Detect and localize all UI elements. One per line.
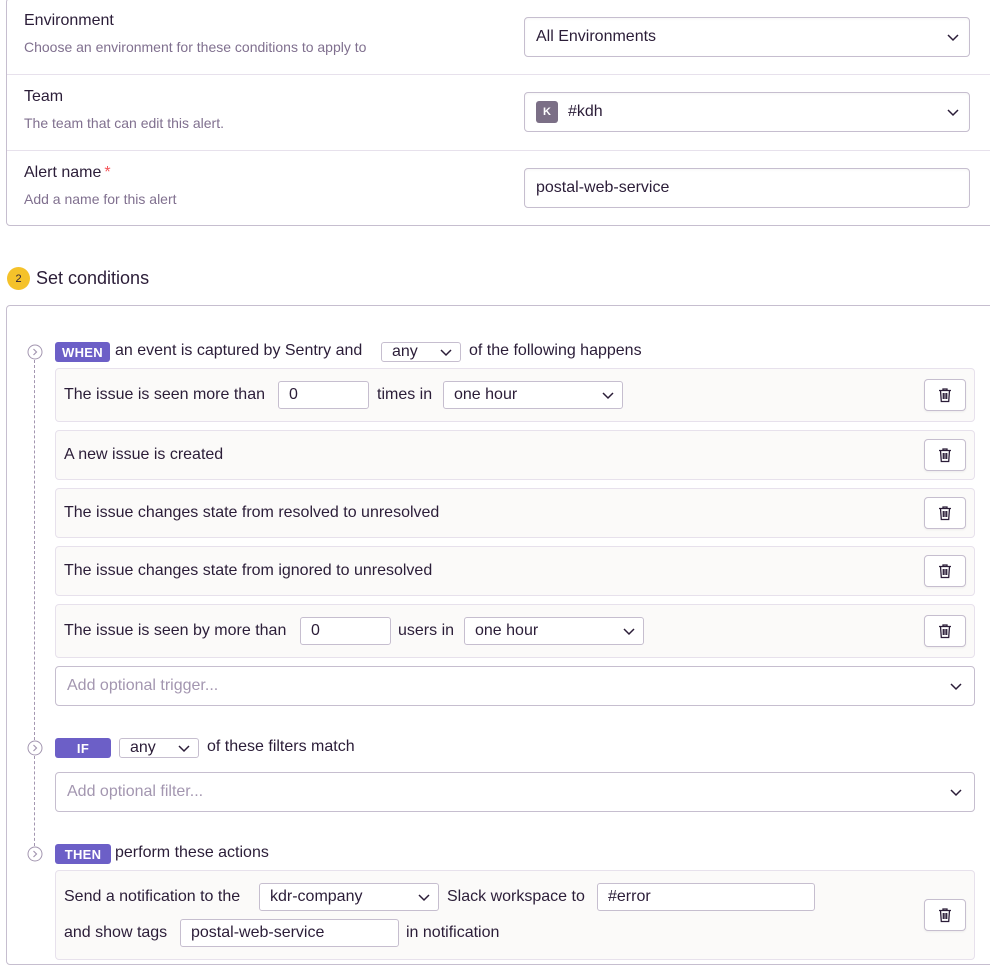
condition-row: The issue changes state from resolved to… xyxy=(55,488,975,538)
step-number-badge: 2 xyxy=(7,267,30,290)
when-match-select[interactable]: any xyxy=(381,342,461,362)
slack-workspace-select[interactable]: kdr-company xyxy=(259,883,439,911)
slack-channel-value: #error xyxy=(608,888,651,905)
condition-row: The issue changes state from ignored to … xyxy=(55,546,975,596)
when-text: an event is captured by Sentry and xyxy=(115,342,363,359)
tags-value: postal-web-service xyxy=(191,924,325,941)
then-tag: THEN xyxy=(55,844,111,864)
trash-icon xyxy=(939,506,951,521)
if-match-value: any xyxy=(130,739,156,756)
connector-line xyxy=(34,360,35,740)
condition-text: The issue is seen by more than xyxy=(64,622,287,639)
when-match-value: any xyxy=(392,343,418,360)
chevron-down-icon xyxy=(947,109,959,117)
delete-condition-button[interactable] xyxy=(924,497,966,529)
trash-icon xyxy=(939,388,951,403)
users-count-input[interactable]: 0 xyxy=(300,617,391,645)
alert-name-description: Add a name for this alert xyxy=(24,191,177,207)
alert-name-value: postal-web-service xyxy=(536,179,670,196)
delete-condition-button[interactable] xyxy=(924,379,966,411)
add-filter-placeholder: Add optional filter... xyxy=(67,783,204,800)
chevron-down-icon xyxy=(623,628,635,636)
condition-row: The issue is seen by more than 0 users i… xyxy=(55,604,975,658)
environment-row: Environment Choose an environment for th… xyxy=(7,0,990,75)
team-label: Team xyxy=(24,88,64,105)
action-text: Slack workspace to xyxy=(447,888,585,905)
if-tag: IF xyxy=(55,738,111,758)
delete-condition-button[interactable] xyxy=(924,615,966,647)
action-row: Send a notification to the kdr-company S… xyxy=(55,870,975,960)
add-trigger-placeholder: Add optional trigger... xyxy=(67,677,219,694)
chevron-down-icon xyxy=(950,789,962,797)
if-text-after: of these filters match xyxy=(207,738,355,755)
tags-input[interactable]: postal-web-service xyxy=(180,919,399,947)
slack-channel-input[interactable]: #error xyxy=(597,883,815,911)
trash-icon xyxy=(939,908,951,923)
condition-text: The issue changes state from resolved to… xyxy=(64,504,440,521)
condition-text: times in xyxy=(377,386,433,403)
delete-action-button[interactable] xyxy=(924,899,966,931)
alert-name-row: Alert name * Add a name for this alert po… xyxy=(7,151,990,227)
trash-icon xyxy=(939,564,951,579)
when-tag: WHEN xyxy=(55,342,110,362)
environment-description: Choose an environment for these conditio… xyxy=(24,39,367,55)
frequency-value: 0 xyxy=(289,386,298,403)
when-text-after: of the following happens xyxy=(469,342,642,359)
then-text-after: perform these actions xyxy=(115,844,269,861)
chevron-down-icon xyxy=(947,34,959,42)
team-avatar: K xyxy=(536,101,558,123)
condition-row: A new issue is created xyxy=(55,430,975,480)
users-count-value: 0 xyxy=(311,622,320,639)
alert-name-label: Alert name * xyxy=(24,164,111,182)
step-title: Set conditions xyxy=(36,268,150,288)
interval-select[interactable]: one hour xyxy=(443,381,623,409)
team-row: Team The team that can edit this alert. … xyxy=(7,75,990,151)
delete-condition-button[interactable] xyxy=(924,439,966,471)
delete-condition-button[interactable] xyxy=(924,555,966,587)
condition-text: users in xyxy=(398,622,455,639)
if-match-select[interactable]: any xyxy=(119,738,199,758)
add-trigger-select[interactable]: Add optional trigger... xyxy=(55,666,975,706)
add-filter-select[interactable]: Add optional filter... xyxy=(55,772,975,812)
chevron-down-icon xyxy=(418,894,430,902)
chevron-circle-icon xyxy=(27,846,43,862)
action-text: in notification xyxy=(406,924,500,941)
action-text: and show tags xyxy=(64,924,168,941)
condition-text: The issue is seen more than xyxy=(64,386,265,403)
chevron-down-icon xyxy=(178,745,190,753)
chevron-circle-icon xyxy=(27,344,43,360)
condition-row: The issue is seen more than 0 times in o… xyxy=(55,368,975,422)
team-select[interactable]: K #kdh xyxy=(524,92,970,132)
trash-icon xyxy=(939,448,951,463)
frequency-input[interactable]: 0 xyxy=(278,381,369,409)
environment-label: Environment xyxy=(24,12,114,29)
chevron-down-icon xyxy=(950,683,962,691)
interval-value: one hour xyxy=(454,386,518,403)
alert-name-label-text: Alert name xyxy=(24,164,102,181)
alert-settings-panel: Environment Choose an environment for th… xyxy=(6,0,990,226)
interval-value: one hour xyxy=(475,622,539,639)
condition-text: A new issue is created xyxy=(64,446,224,463)
required-mark: * xyxy=(104,164,111,181)
team-select-value: #kdh xyxy=(568,103,603,120)
environment-select-value: All Environments xyxy=(536,28,657,45)
trash-icon xyxy=(939,624,951,639)
interval-select[interactable]: one hour xyxy=(464,617,644,645)
chevron-down-icon xyxy=(440,349,452,357)
slack-workspace-value: kdr-company xyxy=(270,888,363,905)
connector-line xyxy=(34,756,35,846)
environment-select[interactable]: All Environments xyxy=(524,17,970,57)
chevron-circle-icon xyxy=(27,740,43,756)
action-text: Send a notification to the xyxy=(64,888,241,905)
alert-name-input[interactable]: postal-web-service xyxy=(524,168,970,208)
chevron-down-icon xyxy=(602,392,614,400)
condition-text: The issue changes state from ignored to … xyxy=(64,562,433,579)
team-description: The team that can edit this alert. xyxy=(24,115,224,131)
